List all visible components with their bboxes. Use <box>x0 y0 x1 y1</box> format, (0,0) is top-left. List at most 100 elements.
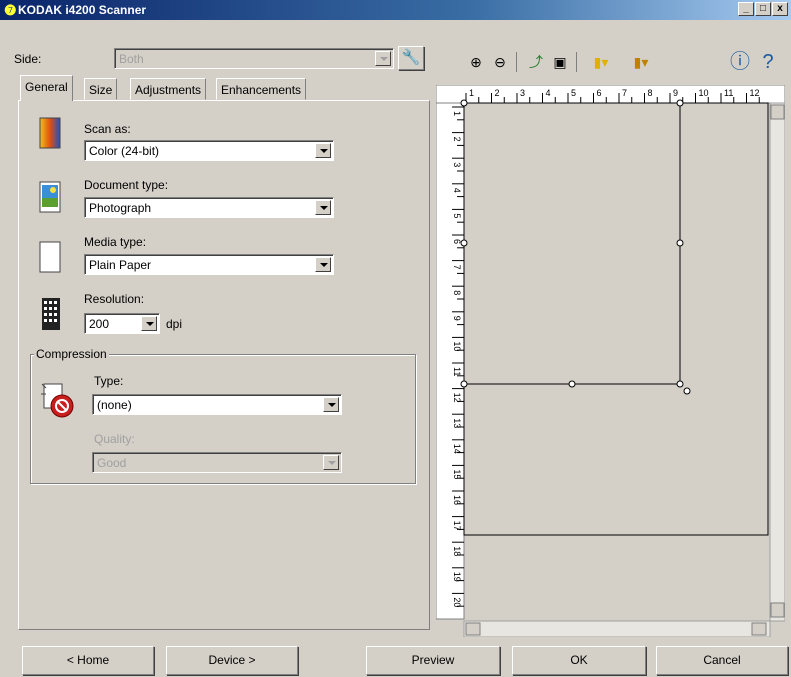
chevron-down-icon[interactable] <box>323 397 339 412</box>
compression-icon <box>40 380 76 420</box>
cancel-button[interactable]: Cancel <box>656 646 788 675</box>
minimize-button[interactable]: _ <box>738 2 754 16</box>
color-icon[interactable]: ▮▾ <box>626 52 656 72</box>
scroll-down-button[interactable] <box>770 602 785 618</box>
ruler-label: 3 <box>520 88 525 98</box>
ruler-label: 4 <box>546 88 551 98</box>
compression-quality-select[interactable]: Good <box>92 452 342 473</box>
window-title: KODAK i4200 Scanner <box>18 3 147 17</box>
ruler-label: 11 <box>724 88 733 98</box>
scan-as-label: Scan as: <box>84 122 131 136</box>
ruler-label: 6 <box>452 239 462 244</box>
photograph-icon <box>36 180 64 216</box>
media-type-value: Plain Paper <box>89 258 152 272</box>
tab-adjustments[interactable]: Adjustments <box>130 78 207 100</box>
close-button[interactable]: x <box>772 2 788 16</box>
ruler-label: 8 <box>452 290 462 295</box>
ruler-label: 16 <box>452 495 462 505</box>
ruler-label: 5 <box>571 88 576 98</box>
preview-button[interactable]: Preview <box>366 646 500 675</box>
compression-quality-label: Quality: <box>94 432 135 446</box>
vertical-ruler <box>435 102 465 620</box>
color-scan-icon <box>36 116 64 152</box>
crop-handle[interactable] <box>460 99 468 107</box>
crop-handle[interactable] <box>460 380 468 388</box>
crop-handle[interactable] <box>676 99 684 107</box>
compression-type-value: (none) <box>97 398 132 412</box>
ruler-label: 13 <box>452 418 462 428</box>
scan-as-select[interactable]: Color (24-bit) <box>84 140 334 161</box>
ruler-label: 2 <box>452 137 462 142</box>
tab-general[interactable]: General <box>20 75 73 101</box>
help-icon[interactable]: ? <box>756 52 780 72</box>
chevron-down-icon[interactable] <box>323 455 339 470</box>
ruler-label: 19 <box>452 572 462 582</box>
fit-page-icon[interactable]: ▣ <box>550 52 570 72</box>
ruler-label: 12 <box>750 88 760 98</box>
document-type-label: Document type: <box>84 178 169 192</box>
ruler-label: 4 <box>452 188 462 193</box>
ruler-label: 3 <box>452 162 462 167</box>
side-label: Side: <box>14 52 42 66</box>
crop-handle[interactable] <box>568 380 576 388</box>
brightness-icon[interactable]: ▮▾ <box>586 52 616 72</box>
preview-area: 1 2 3 4 5 6 7 8 9 10 11 12 1 2 3 4 5 6 7 8 9 10 11 12 13 14 15 16 17… <box>435 84 786 638</box>
resolution-select[interactable]: 200 <box>84 313 160 334</box>
ruler-label: 7 <box>452 265 462 270</box>
toolbar-divider <box>516 52 517 72</box>
zoom-out-icon[interactable]: ⊖ <box>490 52 510 72</box>
ruler-label: 10 <box>452 341 462 351</box>
crop-handle[interactable] <box>676 239 684 247</box>
scan-page <box>463 102 769 536</box>
scroll-left-button[interactable] <box>465 622 481 636</box>
chevron-down-icon[interactable] <box>141 316 157 331</box>
scan-as-value: Color (24-bit) <box>89 144 160 158</box>
ruler-label: 1 <box>469 88 474 98</box>
ruler-label: 12 <box>452 393 462 403</box>
tab-size[interactable]: Size <box>84 78 118 100</box>
compression-group-label: Compression <box>34 347 109 361</box>
ok-button[interactable]: OK <box>512 646 646 675</box>
ruler-label: 20 <box>452 597 462 607</box>
chevron-down-icon[interactable] <box>315 200 331 215</box>
compression-type-select[interactable]: (none) <box>92 394 342 415</box>
rotate-icon[interactable]: ⤴ <box>526 52 546 72</box>
ruler-label: 14 <box>452 444 462 454</box>
maximize-button[interactable]: □ <box>755 2 771 16</box>
media-type-label: Media type: <box>84 235 147 249</box>
ruler-label: 10 <box>699 88 709 98</box>
crop-handle[interactable] <box>676 380 684 388</box>
ruler-label: 11 <box>452 367 462 376</box>
title-bar: ❼ KODAK i4200 Scanner _ □ x <box>0 0 791 20</box>
ruler-label: 9 <box>673 88 678 98</box>
ruler-label: 6 <box>597 88 602 98</box>
ruler-label: 17 <box>452 521 462 531</box>
media-type-select[interactable]: Plain Paper <box>84 254 334 275</box>
scroll-right-button[interactable] <box>751 622 767 636</box>
zoom-in-icon[interactable]: ⊕ <box>466 52 486 72</box>
resolution-label: Resolution: <box>84 292 145 306</box>
compression-type-label: Type: <box>94 374 124 388</box>
horizontal-scrollbar[interactable] <box>463 620 771 638</box>
chevron-down-icon[interactable] <box>315 143 331 158</box>
resolution-icon <box>36 296 64 332</box>
scroll-up-button[interactable] <box>770 104 785 120</box>
ruler-label: 5 <box>452 213 462 218</box>
chevron-down-icon[interactable] <box>375 51 391 66</box>
vertical-scrollbar[interactable] <box>769 102 786 622</box>
ruler-label: 15 <box>452 469 462 479</box>
home-button[interactable]: < Home <box>22 646 154 675</box>
scanner-settings-button[interactable]: 🔧 <box>398 46 424 70</box>
tab-enhancements[interactable]: Enhancements <box>216 78 307 100</box>
resolution-unit: dpi <box>166 317 183 331</box>
device-button[interactable]: Device > <box>166 646 298 675</box>
rotate-handle[interactable] <box>683 387 691 395</box>
chevron-down-icon[interactable] <box>315 257 331 272</box>
kodak-logo-icon: ❼ <box>4 2 17 18</box>
crop-handle[interactable] <box>460 239 468 247</box>
side-select[interactable]: Both <box>114 48 394 69</box>
scanner-settings-icon: 🔧 <box>401 49 421 66</box>
document-type-select[interactable]: Photograph <box>84 197 334 218</box>
info-icon[interactable]: ⓘ <box>728 52 752 72</box>
resolution-value: 200 <box>89 317 110 331</box>
